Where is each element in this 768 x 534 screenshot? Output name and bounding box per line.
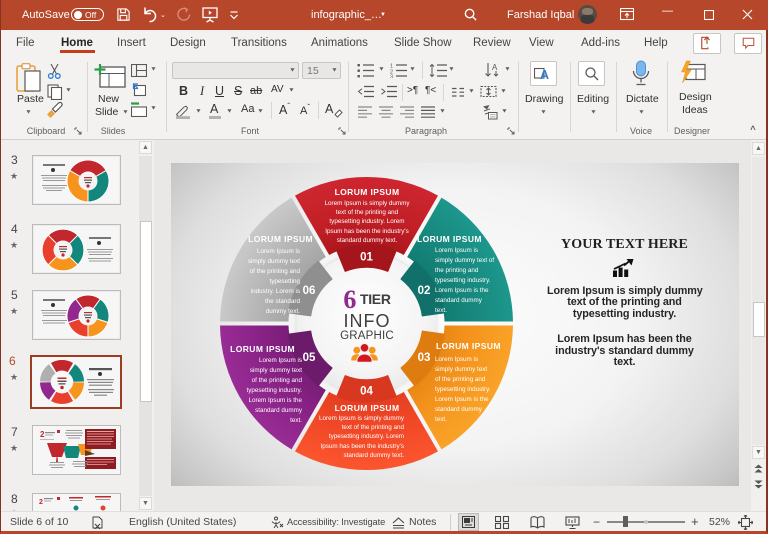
svg-text:A: A	[492, 63, 498, 72]
svg-text:04: 04	[360, 386, 373, 398]
svg-text:05: 05	[303, 352, 316, 364]
svg-text:01: 01	[360, 252, 373, 264]
svg-text:03: 03	[418, 352, 431, 364]
svg-text:2: 2	[40, 430, 45, 439]
svg-text:3: 3	[390, 75, 393, 79]
svg-text:A: A	[540, 68, 549, 82]
svg-text:2: 2	[39, 499, 43, 506]
